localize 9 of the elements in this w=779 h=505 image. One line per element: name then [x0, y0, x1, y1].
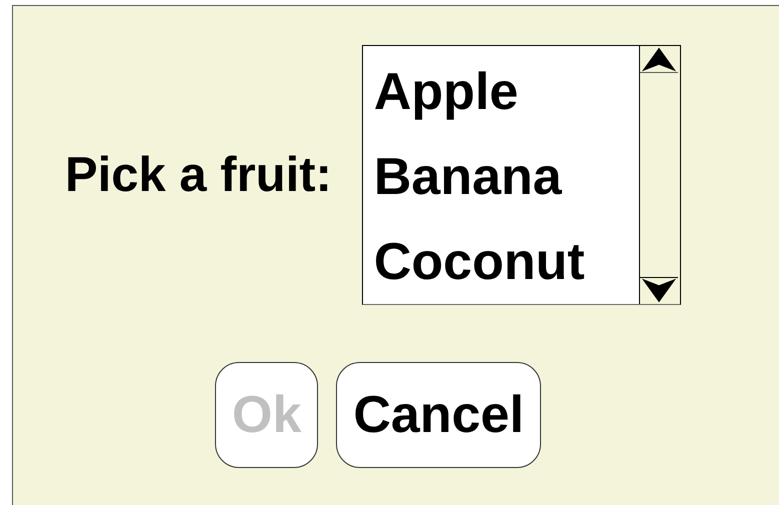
scroll-up-icon[interactable] [640, 46, 678, 73]
list-item[interactable]: Apple [374, 50, 639, 135]
cancel-button[interactable]: Cancel [336, 362, 541, 468]
scrollbar[interactable] [638, 46, 680, 304]
prompt-label: Pick a fruit: [65, 147, 332, 203]
scroll-down-icon[interactable] [640, 277, 678, 304]
fruit-list[interactable]: Apple Banana Coconut [362, 45, 681, 305]
list-item[interactable]: Banana [374, 135, 639, 220]
list-item[interactable]: Coconut [374, 220, 639, 305]
